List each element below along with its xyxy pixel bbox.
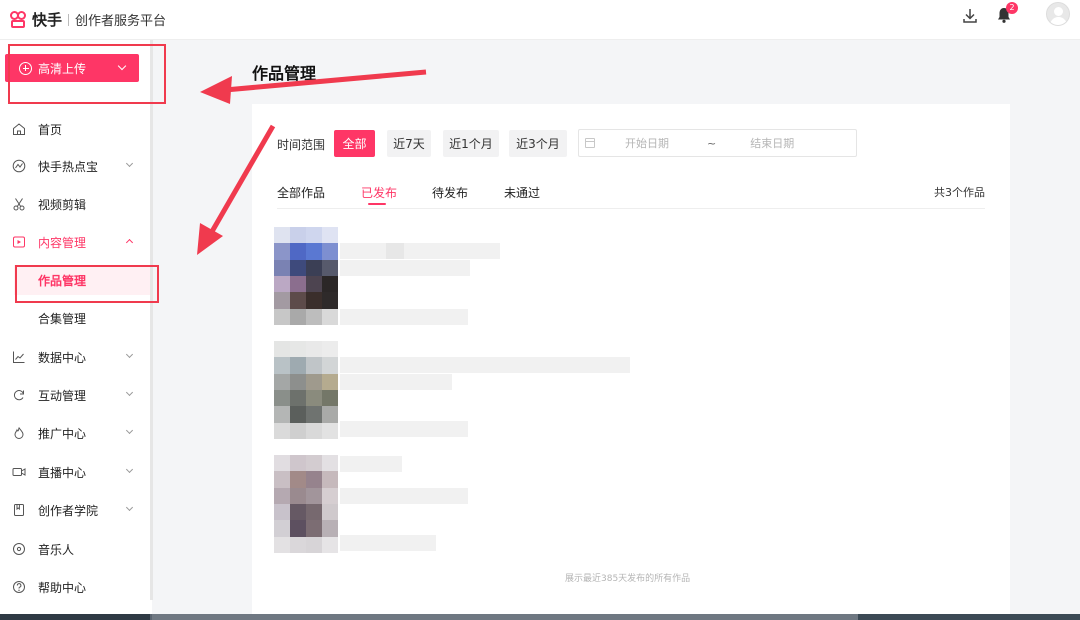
annotation-arrows: [197, 69, 427, 255]
arrow-head-upload: [200, 76, 232, 104]
arrow-head-works: [197, 223, 223, 255]
arrow-to-works: [207, 124, 276, 237]
bottom-strip: [0, 614, 1080, 620]
arrow-to-upload: [224, 69, 427, 93]
